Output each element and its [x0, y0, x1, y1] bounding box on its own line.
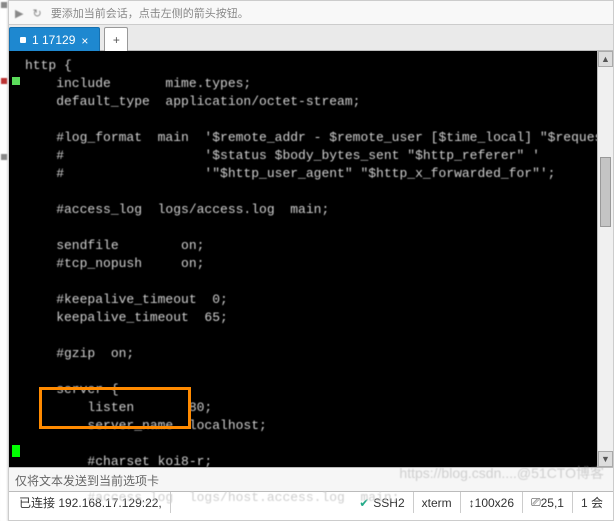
gutter-marker-icon	[12, 77, 20, 85]
status-cursor: ⎚ 25,1	[523, 492, 573, 513]
terminal-output[interactable]: http { include mime.types; default_type …	[23, 51, 597, 467]
terminal-gutter	[9, 51, 23, 467]
scroll-up-button[interactable]: ▲	[598, 51, 613, 67]
tab-label: 1 17129	[32, 33, 75, 47]
tab-session-1[interactable]: 1 17129 ×	[9, 27, 100, 51]
main-window: ▶ ↻ 要添加当前会话，点击左侧的箭头按钮。 1 17129 × + http …	[8, 0, 614, 521]
tab-close-button[interactable]: ×	[81, 34, 89, 48]
refresh-icon[interactable]: ↻	[33, 8, 42, 20]
scroll-down-button[interactable]: ▼	[598, 451, 613, 467]
arrow-icon: ▶	[15, 8, 23, 20]
tab-add-button[interactable]: +	[104, 27, 128, 51]
status-term-type: xterm	[414, 492, 461, 513]
session-hint-bar: ▶ ↻ 要添加当前会话，点击左侧的箭头按钮。	[9, 1, 613, 25]
scroll-track[interactable]	[598, 67, 613, 451]
status-size: ↕ 100x26	[461, 492, 523, 513]
scroll-thumb[interactable]	[600, 157, 611, 227]
cursor-icon: ⎚	[531, 495, 541, 510]
status-sessions: 1 会	[573, 492, 611, 513]
plus-icon: +	[113, 33, 120, 47]
session-hint-text: 要添加当前会话，点击左侧的箭头按钮。	[51, 8, 249, 20]
tab-indicator-icon	[20, 37, 26, 43]
gutter-cursor-icon	[12, 445, 20, 457]
vertical-scrollbar[interactable]: ▲ ▼	[597, 51, 613, 467]
adjacent-app-sliver	[0, 0, 8, 521]
terminal-container: http { include mime.types; default_type …	[9, 51, 613, 467]
tab-strip: 1 17129 × +	[9, 25, 613, 51]
send-text-label: 仅将文本发送到当前选项卡	[15, 474, 159, 488]
